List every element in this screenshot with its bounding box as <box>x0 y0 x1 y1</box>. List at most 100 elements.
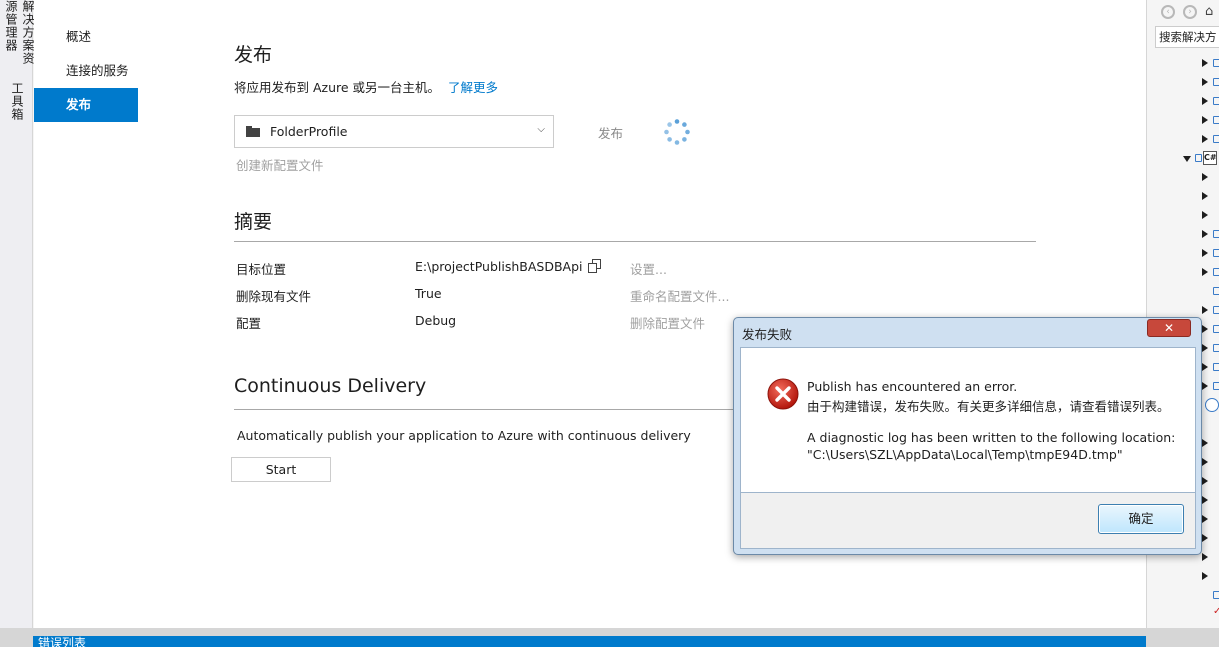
expand-arrow-icon[interactable] <box>1202 306 1208 314</box>
solution-explorer-toolbar: ‹ › ⌂ <box>1147 0 1219 25</box>
profile-name: FolderProfile <box>270 124 348 139</box>
checkmark-icon: ✓ <box>1213 606 1219 617</box>
toolbox-tab[interactable]: 工具箱 <box>9 82 26 121</box>
error-list-tab[interactable] <box>33 636 1146 647</box>
folder-icon <box>246 126 260 137</box>
tree-item[interactable]: C# <box>1147 150 1219 168</box>
nav-item-overview[interactable]: 概述 <box>34 20 138 54</box>
learn-more-link[interactable]: 了解更多 <box>448 80 498 95</box>
tree-item[interactable] <box>1147 587 1219 605</box>
close-button[interactable]: ✕ <box>1147 319 1191 337</box>
lock-icon <box>1213 325 1219 333</box>
lock-icon <box>1213 287 1219 295</box>
expand-arrow-icon[interactable] <box>1202 59 1208 67</box>
summary-key: 配置 <box>236 316 262 331</box>
expand-arrow-icon[interactable] <box>1202 439 1208 447</box>
loading-spinner-icon <box>664 119 690 145</box>
ok-button[interactable]: 确定 <box>1098 504 1184 534</box>
expand-arrow-icon[interactable] <box>1202 211 1208 219</box>
side-nav: 概述 连接的服务 发布 <box>34 20 138 122</box>
expand-arrow-icon[interactable] <box>1202 363 1208 371</box>
create-profile-link[interactable]: 创建新配置文件 <box>236 155 324 174</box>
tree-item[interactable] <box>1147 283 1219 301</box>
expand-arrow-icon[interactable] <box>1202 97 1208 105</box>
expand-arrow-icon[interactable] <box>1202 116 1208 124</box>
lock-icon <box>1213 230 1219 238</box>
tree-item[interactable] <box>1147 226 1219 244</box>
publish-description: 将应用发布到 Azure 或另一台主机。 了解更多 <box>234 77 498 96</box>
settings-link[interactable]: 设置... <box>630 259 667 278</box>
bottom-tool-bar: 错误列表 <box>0 628 1219 647</box>
tree-item[interactable] <box>1147 264 1219 282</box>
expand-arrow-icon[interactable] <box>1202 230 1208 238</box>
lock-icon <box>1213 97 1219 105</box>
lock-icon <box>1213 591 1219 599</box>
expand-arrow-icon[interactable] <box>1202 344 1208 352</box>
rename-profile-link[interactable]: 重命名配置文件... <box>630 286 729 305</box>
lock-icon <box>1213 78 1219 86</box>
expand-arrow-icon[interactable] <box>1202 78 1208 86</box>
solution-search-input[interactable]: 搜索解决方 <box>1155 26 1219 48</box>
error-message-line1: Publish has encountered an error. <box>807 379 1018 394</box>
expand-arrow-icon[interactable] <box>1202 325 1208 333</box>
nav-item-publish[interactable]: 发布 <box>34 88 138 122</box>
lock-icon <box>1195 154 1202 162</box>
lock-icon <box>1213 382 1219 390</box>
left-tool-strip: 解决方案资源管理器 工具箱 <box>0 0 35 647</box>
chevron-down-icon: ⌵ <box>537 124 545 135</box>
dialog-body: Publish has encountered an error. 由于构建错误… <box>740 347 1196 493</box>
expand-arrow-icon[interactable] <box>1202 192 1208 200</box>
summary-value: E:\projectPublishBASDBApi <box>415 259 602 274</box>
solution-explorer-tab[interactable]: 解决方案资源管理器 <box>3 0 37 68</box>
start-button[interactable]: Start <box>231 457 331 482</box>
expand-arrow-icon[interactable] <box>1202 268 1208 276</box>
lock-icon <box>1213 59 1219 67</box>
expand-arrow-icon[interactable] <box>1202 534 1208 542</box>
home-icon[interactable]: ⌂ <box>1205 4 1219 19</box>
continuous-delivery-title: Continuous Delivery <box>234 375 427 397</box>
publish-button[interactable]: 发布 <box>598 123 623 142</box>
tree-item[interactable] <box>1147 169 1219 187</box>
tree-item[interactable] <box>1147 55 1219 73</box>
tree-item[interactable] <box>1147 568 1219 586</box>
collapse-arrow-icon[interactable] <box>1183 156 1191 162</box>
lock-icon <box>1213 116 1219 124</box>
summary-value: True <box>415 286 442 301</box>
expand-arrow-icon[interactable] <box>1202 477 1208 485</box>
forward-icon[interactable]: › <box>1183 5 1197 19</box>
expand-arrow-icon[interactable] <box>1202 458 1208 466</box>
tree-item[interactable] <box>1147 188 1219 206</box>
profile-dropdown[interactable]: FolderProfile ⌵ <box>234 115 554 148</box>
page-title: 发布 <box>234 44 273 66</box>
expand-arrow-icon[interactable] <box>1202 515 1208 523</box>
expand-arrow-icon[interactable] <box>1202 135 1208 143</box>
summary-divider <box>234 241 1036 242</box>
expand-arrow-icon[interactable] <box>1202 382 1208 390</box>
expand-arrow-icon[interactable] <box>1202 173 1208 181</box>
log-message-line1: A diagnostic log has been written to the… <box>807 430 1176 445</box>
tree-item[interactable] <box>1147 131 1219 149</box>
tree-item[interactable] <box>1147 112 1219 130</box>
delete-profile-link[interactable]: 删除配置文件 <box>630 313 705 332</box>
globe-icon <box>1205 398 1219 412</box>
tree-item[interactable] <box>1147 93 1219 111</box>
error-icon <box>767 378 799 410</box>
expand-arrow-icon[interactable] <box>1202 249 1208 257</box>
publish-description-text: 将应用发布到 Azure 或另一台主机。 <box>234 80 441 95</box>
copy-icon[interactable] <box>588 259 602 273</box>
expand-arrow-icon[interactable] <box>1202 496 1208 504</box>
publish-failed-dialog: 发布失败 ✕ Publish has encountered an error.… <box>733 317 1202 555</box>
summary-value: Debug <box>415 313 457 328</box>
error-list-label: 错误列表 <box>38 636 87 647</box>
tree-item[interactable] <box>1147 207 1219 225</box>
summary-title: 摘要 <box>234 211 273 233</box>
back-icon[interactable]: ‹ <box>1161 5 1175 19</box>
expand-arrow-icon[interactable] <box>1202 553 1208 561</box>
summary-key: 删除现有文件 <box>236 289 312 304</box>
tree-item[interactable] <box>1147 245 1219 263</box>
target-path: E:\projectPublishBASDBApi <box>415 259 583 274</box>
tree-item[interactable] <box>1147 74 1219 92</box>
nav-item-connected-services[interactable]: 连接的服务 <box>34 54 138 88</box>
expand-arrow-icon[interactable] <box>1202 572 1208 580</box>
lock-icon <box>1213 268 1219 276</box>
